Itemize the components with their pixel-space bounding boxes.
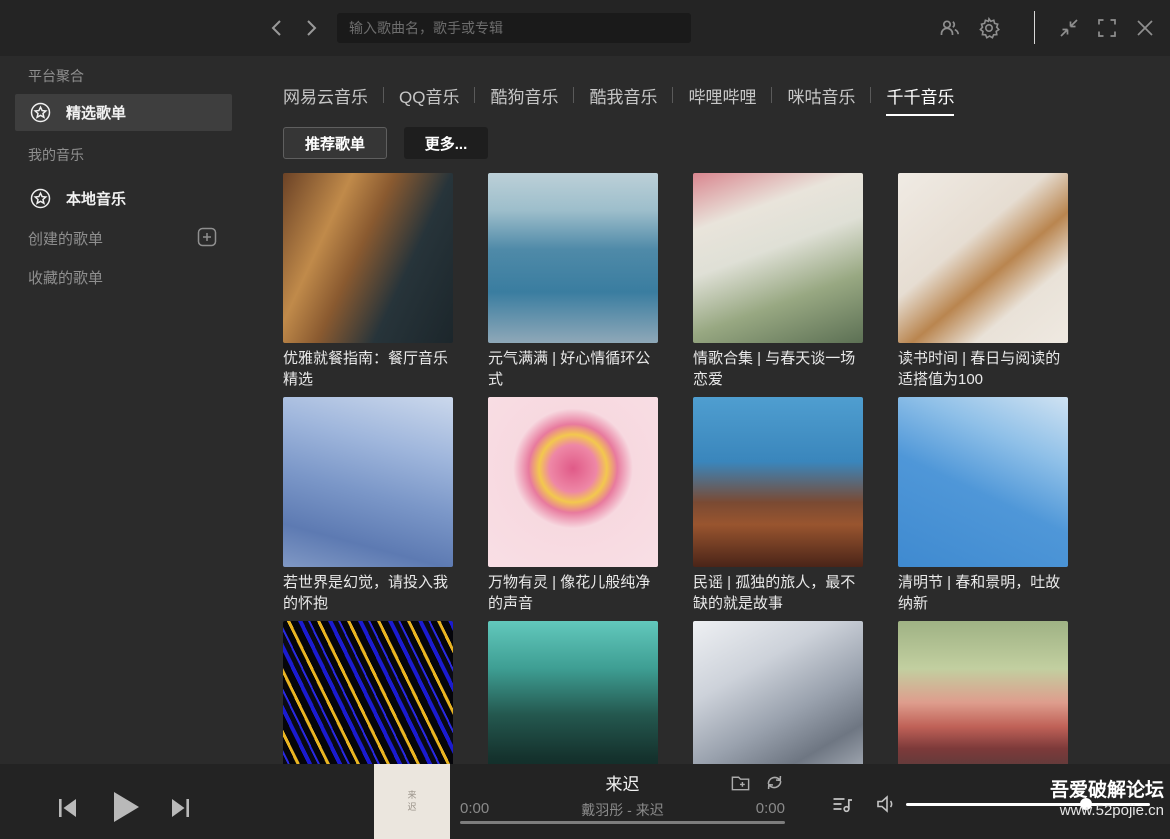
volume-slider-knob[interactable] [1080,798,1092,810]
volume-slider[interactable] [906,803,1150,806]
playlist-cover-qingming-blossom[interactable] [898,397,1068,567]
now-playing-info: 来迟 戴羽彤 - 来迟 [500,770,745,820]
next-track-icon[interactable] [168,795,194,821]
playlist-card[interactable]: 清明节 | 春和景明，吐故纳新 [898,397,1068,621]
close-icon[interactable] [1133,16,1157,40]
playlist-card[interactable]: 若世界是幻觉，请投入我的怀抱 [283,397,453,621]
tab-bilibili[interactable]: 哔哩哔哩 [688,83,756,114]
play-icon[interactable] [106,788,144,826]
playlist-card[interactable] [283,621,453,764]
total-time: 0:00 [740,800,785,817]
playlist-cover-neon-light-lines[interactable] [283,621,453,764]
album-art[interactable]: 来迟 [374,764,450,839]
tab-separator [771,87,772,103]
playlist-cover-girl-by-sea[interactable] [488,173,658,343]
loop-mode-icon[interactable] [764,772,785,793]
fullscreen-icon[interactable] [1095,16,1119,40]
player-bar: 来迟 0:00 来迟 戴羽彤 - 来迟 0:00 [0,764,1170,839]
playlist-cover-flower-market[interactable] [898,621,1068,764]
playlist-card[interactable]: 情歌合集 | 与春天谈一场恋爱 [693,173,863,397]
tab-separator [672,87,673,103]
playlist-cover-white-dress-garden[interactable] [693,173,863,343]
forward-icon[interactable] [300,17,322,39]
sidebar-item-created-playlists[interactable]: 创建的歌单 [28,228,103,249]
tab-separator [573,87,574,103]
playlist-card[interactable]: 万物有灵 | 像花儿般纯净的声音 [488,397,658,621]
platform-tabs: 网易云音乐 QQ音乐 酷狗音乐 酷我音乐 哔哩哔哩 咪咕音乐 千千音乐 [283,83,954,116]
tab-kugou[interactable]: 酷狗音乐 [490,83,558,114]
playlist-title: 情歌合集 | 与春天谈一场恋爱 [693,343,863,390]
tab-netease[interactable]: 网易云音乐 [283,83,368,114]
minimize-icon[interactable] [1057,16,1081,40]
star-badge-icon [30,188,51,209]
playlist-cover-book-and-coffee[interactable] [898,173,1068,343]
playlist-cover-sky-whale-illustration[interactable] [283,397,453,567]
playlist-grid: 优雅就餐指南：餐厅音乐精选 元气满满 | 好心情循环公式 情歌合集 | 与春天谈… [283,173,1068,764]
tab-separator [383,87,384,103]
add-to-playlist-icon[interactable] [730,772,751,793]
playlist-card[interactable]: 元气满满 | 好心情循环公式 [488,173,658,397]
tab-qq[interactable]: QQ音乐 [399,83,459,114]
tab-separator [474,87,475,103]
settings-gear-icon[interactable] [977,16,1001,40]
sidebar-item-favorite-playlists[interactable]: 收藏的歌单 [28,267,103,288]
song-progress-bar[interactable] [460,821,785,824]
playlist-card[interactable] [693,621,863,764]
playlist-cover-night-street-couple[interactable] [488,621,658,764]
volume-icon[interactable] [874,792,898,816]
sidebar-item-label: 本地音乐 [66,188,126,209]
users-icon[interactable] [938,16,962,40]
tab-migu[interactable]: 咪咕音乐 [787,83,855,114]
playlist-title: 民谣 | 孤独的旅人，最不缺的就是故事 [693,567,863,614]
watermark-line1: 吾爱破解论坛 [1050,775,1164,802]
sidebar-item-local-music[interactable]: 本地音乐 [15,180,232,217]
playlist-cover-anime-boy-birds[interactable] [693,621,863,764]
playlist-cover-bottle-toast-sky[interactable] [693,397,863,567]
playlist-card[interactable]: 读书时间 | 春日与阅读的适搭值为100 [898,173,1068,397]
playlist-card[interactable] [488,621,658,764]
sidebar-item-featured-playlists[interactable]: 精选歌单 [15,94,232,131]
search-input[interactable] [337,13,691,43]
back-icon[interactable] [266,17,288,39]
playlist-title: 元气满满 | 好心情循环公式 [488,343,658,390]
playlist-card[interactable] [898,621,1068,764]
more-button[interactable]: 更多... [404,127,488,159]
playlist-title: 万物有灵 | 像花儿般纯净的声音 [488,567,658,614]
tab-kuwo[interactable]: 酷我音乐 [589,83,657,114]
song-title: 来迟 [500,770,745,795]
playlist-cover-flower-heart-hands[interactable] [488,397,658,567]
tab-qianqian-active[interactable]: 千千音乐 [886,83,954,116]
watermark: 吾爱破解论坛 www.52pojie.cn [1050,775,1164,819]
elapsed-time: 0:00 [460,800,489,817]
sidebar: 平台聚合 精选歌单 我的音乐 本地音乐 创建的歌单 收藏的歌单 [0,56,255,764]
playlist-title: 若世界是幻觉，请投入我的怀抱 [283,567,453,614]
previous-track-icon[interactable] [54,795,80,821]
top-bar [0,0,1170,56]
add-playlist-icon[interactable] [197,227,217,247]
song-artist: 戴羽彤 - 来迟 [500,800,745,820]
topbar-divider [1034,11,1035,44]
playlist-title: 读书时间 | 春日与阅读的适搭值为100 [898,343,1068,390]
sidebar-section-my-music: 我的音乐 [28,145,84,165]
playlist-title: 优雅就餐指南：餐厅音乐精选 [283,343,453,390]
star-badge-icon [30,102,51,123]
playlist-card[interactable]: 民谣 | 孤独的旅人，最不缺的就是故事 [693,397,863,621]
playlist-cover-cafe-interior[interactable] [283,173,453,343]
playlist-card[interactable]: 优雅就餐指南：餐厅音乐精选 [283,173,453,397]
filter-row: 推荐歌单 更多... [283,127,488,159]
play-queue-icon[interactable] [830,792,854,816]
sidebar-item-label: 精选歌单 [66,102,126,123]
sidebar-section-platform: 平台聚合 [28,66,84,86]
album-art-text: 来迟 [406,790,419,814]
recommend-playlists-button[interactable]: 推荐歌单 [283,127,387,159]
playlist-title: 清明节 | 春和景明，吐故纳新 [898,567,1068,614]
tab-separator [870,87,871,103]
